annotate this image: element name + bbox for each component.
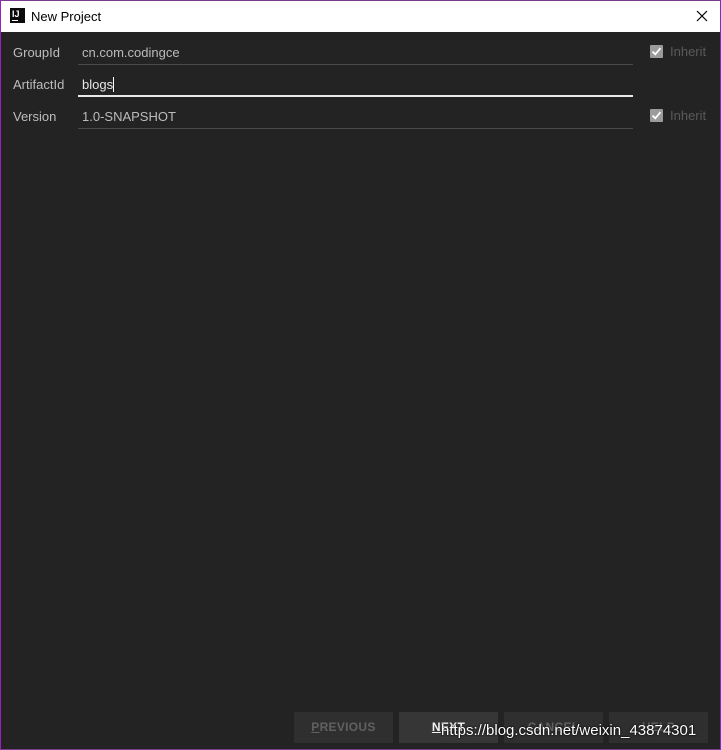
version-label: Version	[13, 109, 57, 124]
version-inherit-label: Inherit	[670, 108, 707, 123]
app-icon-text: IJ	[12, 9, 20, 19]
title-bar: IJ New Project	[1, 1, 720, 32]
version-input[interactable]: 1.0-SNAPSHOT	[78, 107, 633, 129]
group-id-label: GroupId	[13, 45, 60, 60]
group-id-input[interactable]: cn.com.codingce	[78, 43, 633, 65]
checkbox-checked-icon	[650, 109, 663, 122]
next-mnemonic: N	[431, 720, 441, 734]
version-row: Version 1.0-SNAPSHOT Inherit	[1, 107, 720, 139]
previous-label-rest: REVIOUS	[319, 720, 376, 734]
new-project-dialog: IJ New Project GroupId cn.com.codingce I…	[0, 0, 721, 750]
text-caret	[113, 77, 115, 92]
group-id-inherit-label: Inherit	[670, 44, 707, 59]
watermark-text: https://blog.csdn.net/weixin_43874301	[441, 722, 697, 739]
checkbox-checked-icon	[650, 45, 663, 58]
group-id-row: GroupId cn.com.codingce Inherit	[1, 43, 720, 75]
window-title: New Project	[31, 9, 102, 24]
artifact-id-label: ArtifactId	[13, 77, 65, 92]
artifact-id-value: blogs	[82, 77, 114, 92]
previous-button[interactable]: PREVIOUS	[294, 712, 393, 743]
artifact-id-input[interactable]: blogs	[78, 75, 633, 97]
close-icon[interactable]	[690, 4, 714, 28]
artifact-id-row: ArtifactId blogs	[1, 75, 720, 107]
previous-mnemonic: P	[311, 720, 320, 734]
intellij-logo-icon: IJ	[10, 8, 25, 23]
